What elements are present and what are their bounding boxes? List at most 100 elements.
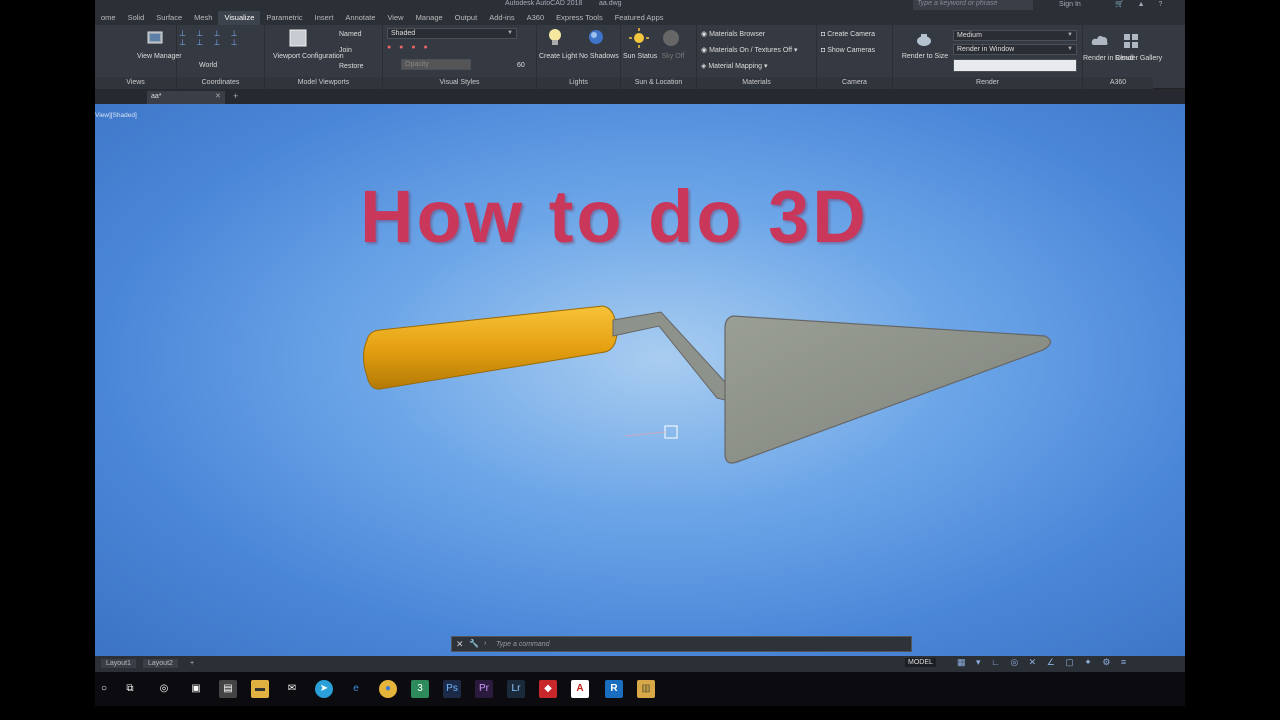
command-line[interactable]: ✕ 🔧 › Type a command bbox=[451, 636, 912, 652]
help-icons[interactable]: 🛒 ▲ ? bbox=[1115, 0, 1168, 8]
shadow-icon[interactable] bbox=[587, 28, 605, 46]
telegram-icon[interactable]: ➤ bbox=[315, 680, 333, 698]
create-camera-label: Create Camera bbox=[827, 31, 876, 38]
render-quality-value: Medium bbox=[957, 32, 982, 39]
command-input[interactable]: Type a command bbox=[496, 641, 550, 648]
tab-output[interactable]: Output bbox=[449, 11, 484, 25]
premiere-icon[interactable]: Pr bbox=[475, 680, 493, 698]
opacity-value: 60 bbox=[517, 62, 525, 69]
tab-a360[interactable]: A360 bbox=[521, 11, 551, 25]
named-button[interactable]: Named bbox=[339, 30, 362, 39]
tab-annotate[interactable]: Annotate bbox=[339, 11, 381, 25]
render-gallery-button[interactable]: Render Gallery bbox=[1115, 54, 1162, 63]
photoshop-icon[interactable]: Ps bbox=[443, 680, 461, 698]
task-view-icon[interactable]: ⧉ bbox=[121, 680, 139, 698]
tab-featured-apps[interactable]: Featured Apps bbox=[609, 11, 670, 25]
tab-home[interactable]: ome bbox=[95, 11, 122, 25]
app3-icon[interactable]: 3 bbox=[411, 680, 429, 698]
new-tab-icon[interactable]: + bbox=[233, 91, 238, 101]
edge-icon[interactable]: e bbox=[347, 680, 365, 698]
trowel-model bbox=[363, 305, 1052, 464]
tab-solid[interactable]: Solid bbox=[122, 11, 151, 25]
status-tool-icons[interactable]: ▦ ▾ ∟ ◎ ✕ ∠ ▢ ✦ ⚙ ≡ bbox=[957, 657, 1130, 668]
tab-add-ins[interactable]: Add-ins bbox=[483, 11, 520, 25]
cortana-icon[interactable]: ○ bbox=[95, 680, 113, 698]
sign-in-link[interactable]: Sign In bbox=[1059, 1, 1081, 8]
render-env-field[interactable] bbox=[953, 59, 1077, 72]
render-to-size-button[interactable]: Render to Size bbox=[897, 52, 953, 61]
panel-sun-location: Sun Status Sky Off Sun & Location bbox=[621, 25, 697, 89]
tab-parametric[interactable]: Parametric bbox=[260, 11, 308, 25]
model-space-button[interactable]: MODEL bbox=[905, 658, 936, 667]
restore-button[interactable]: Restore bbox=[339, 62, 364, 71]
search-input[interactable]: Type a keyword or phrase bbox=[913, 0, 1033, 10]
render-target-combo[interactable]: Render in Window ▼ bbox=[953, 44, 1077, 55]
mail-icon[interactable]: ✉ bbox=[283, 680, 301, 698]
file-name: aa.dwg bbox=[599, 0, 622, 7]
light-bulb-icon[interactable] bbox=[547, 28, 563, 46]
tab-manage[interactable]: Manage bbox=[410, 11, 449, 25]
material-mapping-button[interactable]: ◈ Material Mapping ▾ bbox=[701, 62, 768, 71]
layout-tab-1[interactable]: Layout1 bbox=[101, 659, 136, 668]
close-icon[interactable]: ✕ bbox=[215, 92, 221, 100]
tab-express-tools[interactable]: Express Tools bbox=[550, 11, 609, 25]
viewport-config-icon[interactable] bbox=[289, 29, 307, 47]
cloud-render-icon[interactable] bbox=[1091, 33, 1109, 49]
ucs-icons[interactable]: ⊥ ⊥ ⊥ ⊥ ⊥ ⊥ ⊥ ⊥ bbox=[179, 29, 242, 47]
layout-tab-2[interactable]: Layout2 bbox=[143, 659, 178, 668]
media-icon[interactable]: ▣ bbox=[187, 680, 205, 698]
panel-visual-styles: Shaded ▼ ● ● ● ● Opacity 60 Visual Styles bbox=[383, 25, 537, 89]
drawing-viewport[interactable]: View][Shaded] How to do 3D bbox=[95, 104, 1185, 656]
render-quality-combo[interactable]: Medium ▼ bbox=[953, 30, 1077, 41]
viewport-config-label[interactable]: Viewport Configuration bbox=[273, 52, 344, 61]
material-mapping-label: Material Mapping bbox=[708, 63, 763, 70]
lightroom-icon[interactable]: Lr bbox=[507, 680, 525, 698]
visual-style-combo[interactable]: Shaded ▼ bbox=[387, 28, 517, 39]
tab-mesh[interactable]: Mesh bbox=[188, 11, 218, 25]
panel-title-visual-styles: Visual Styles bbox=[383, 77, 536, 89]
sky-off-button[interactable]: Sky Off bbox=[657, 52, 689, 61]
sketchup-icon[interactable]: ◆ bbox=[539, 680, 557, 698]
view-manager-icon[interactable] bbox=[147, 29, 163, 45]
autocad-icon[interactable]: A bbox=[571, 680, 589, 698]
show-cameras-label: Show Cameras bbox=[827, 47, 876, 54]
no-shadows-button[interactable]: No Shadows bbox=[579, 52, 619, 61]
ucs-value[interactable]: World bbox=[199, 61, 217, 70]
panel-title-materials: Materials bbox=[697, 77, 816, 89]
revit-icon[interactable]: R bbox=[605, 680, 623, 698]
doc-tab-aa[interactable]: aa* bbox=[147, 91, 225, 104]
visual-style-value: Shaded bbox=[391, 30, 416, 37]
app-title: Autodesk AutoCAD 2018 bbox=[505, 0, 583, 7]
join-button[interactable]: Join bbox=[339, 46, 352, 55]
tab-insert[interactable]: Insert bbox=[309, 11, 340, 25]
store-icon[interactable]: ▤ bbox=[219, 680, 237, 698]
panel-lights: Create Light No Shadows Lights bbox=[537, 25, 621, 89]
materials-on-button[interactable]: ◉ Materials On / Textures Off ▾ bbox=[701, 46, 798, 55]
sun-status-button[interactable]: Sun Status bbox=[623, 52, 657, 61]
view-manager-label[interactable]: View Manager bbox=[137, 52, 182, 61]
sky-icon[interactable] bbox=[661, 28, 681, 48]
tab-surface[interactable]: Surface bbox=[150, 11, 188, 25]
explorer-icon[interactable]: ▬ bbox=[251, 680, 269, 698]
style-tools-icons[interactable]: ● ● ● ● bbox=[387, 43, 431, 52]
chrome-icon[interactable]: ● bbox=[379, 680, 397, 698]
prompt-icon: › bbox=[484, 640, 487, 647]
close-icon[interactable]: ✕ bbox=[456, 639, 464, 650]
create-camera-button[interactable]: ◘ Create Camera bbox=[821, 30, 875, 39]
archive-icon[interactable]: ▥ bbox=[637, 680, 655, 698]
sun-icon[interactable] bbox=[629, 28, 649, 48]
teapot-icon[interactable] bbox=[915, 30, 933, 48]
panel-title-a360: A360 bbox=[1083, 77, 1153, 89]
add-layout-icon[interactable]: + bbox=[185, 659, 199, 668]
tab-visualize[interactable]: Visualize bbox=[218, 11, 261, 25]
opacity-label: Opacity bbox=[405, 61, 429, 68]
gallery-icon[interactable] bbox=[1123, 33, 1139, 49]
materials-browser-button[interactable]: ◉ Materials Browser bbox=[701, 30, 765, 39]
create-light-button[interactable]: Create Light bbox=[539, 52, 577, 61]
settings-icon[interactable]: ◎ bbox=[155, 680, 173, 698]
show-cameras-button[interactable]: ◘ Show Cameras bbox=[821, 46, 875, 55]
customize-icon[interactable]: 🔧 bbox=[469, 639, 479, 648]
opacity-slider[interactable]: Opacity bbox=[401, 59, 471, 70]
render-in-cloud-button[interactable]: Render in Cloud bbox=[1083, 54, 1134, 63]
tab-view[interactable]: View bbox=[381, 11, 409, 25]
